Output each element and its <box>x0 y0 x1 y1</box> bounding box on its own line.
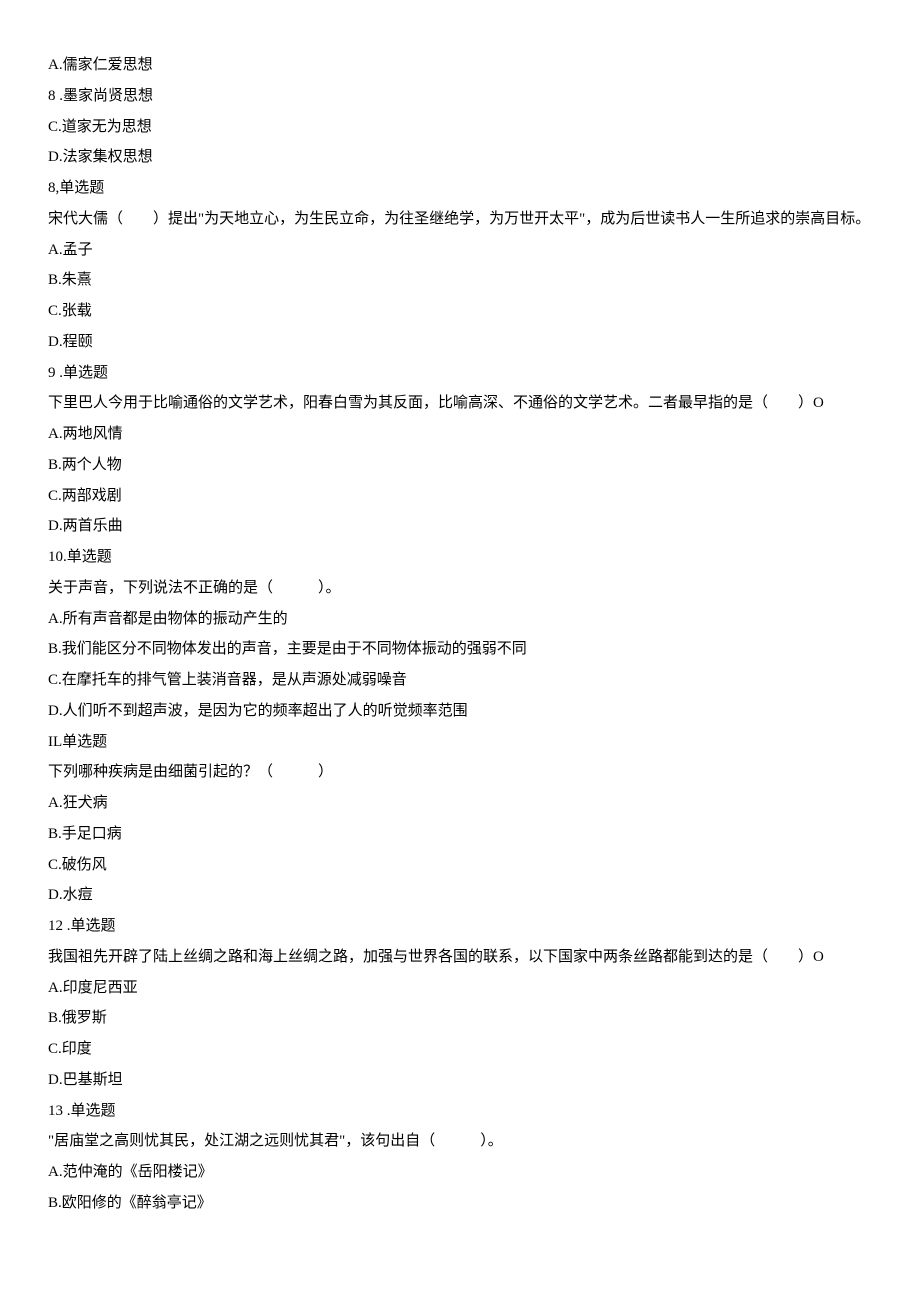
question-heading: 13 .单选题 <box>48 1096 872 1127</box>
answer-option: C.两部戏剧 <box>48 481 872 512</box>
question-text: 我国祖先开辟了陆上丝绸之路和海上丝绸之路，加强与世界各国的联系，以下国家中两条丝… <box>48 942 872 973</box>
question-heading: 8,单选题 <box>48 173 872 204</box>
answer-option: D.水痘 <box>48 880 872 911</box>
answer-option: B.俄罗斯 <box>48 1003 872 1034</box>
answer-option: D.巴基斯坦 <box>48 1065 872 1096</box>
question-text: "居庙堂之高则忧其民，处江湖之远则忧其君"，该句出自（ ）。 <box>48 1126 872 1157</box>
answer-option: A.孟子 <box>48 235 872 266</box>
answer-option: D.两首乐曲 <box>48 511 872 542</box>
answer-option: A.狂犬病 <box>48 788 872 819</box>
question-text: 下列哪种疾病是由细菌引起的？（ ） <box>48 757 872 788</box>
answer-option: C.道家无为思想 <box>48 112 872 143</box>
answer-option: B.两个人物 <box>48 450 872 481</box>
question-text: 宋代大儒（ ）提出"为天地立心，为生民立命，为往圣继绝学，为万世开太平"，成为后… <box>48 204 872 235</box>
question-heading: IL单选题 <box>48 727 872 758</box>
answer-option: A.所有声音都是由物体的振动产生的 <box>48 604 872 635</box>
answer-option: C.印度 <box>48 1034 872 1065</box>
question-text: 下里巴人今用于比喻通俗的文学艺术，阳春白雪为其反面，比喻高深、不通俗的文学艺术。… <box>48 388 872 419</box>
answer-option: A.两地风情 <box>48 419 872 450</box>
answer-option: 8 .墨家尚贤思想 <box>48 81 872 112</box>
question-heading: 10.单选题 <box>48 542 872 573</box>
answer-option: B.我们能区分不同物体发出的声音，主要是由于不同物体振动的强弱不同 <box>48 634 872 665</box>
answer-option: D.程颐 <box>48 327 872 358</box>
answer-option: B.欧阳修的《醉翁亭记》 <box>48 1188 872 1219</box>
question-heading: 12 .单选题 <box>48 911 872 942</box>
answer-option: C.张载 <box>48 296 872 327</box>
answer-option: B.朱熹 <box>48 265 872 296</box>
answer-option: A.印度尼西亚 <box>48 973 872 1004</box>
answer-option: D.人们听不到超声波，是因为它的频率超出了人的听觉频率范围 <box>48 696 872 727</box>
answer-option: D.法家集权思想 <box>48 142 872 173</box>
answer-option: C.在摩托车的排气管上装消音器，是从声源处减弱噪音 <box>48 665 872 696</box>
question-text: 关于声音，下列说法不正确的是（ ）。 <box>48 573 872 604</box>
answer-option: A.儒家仁爱思想 <box>48 50 872 81</box>
answer-option: B.手足口病 <box>48 819 872 850</box>
answer-option: A.范仲淹的《岳阳楼记》 <box>48 1157 872 1188</box>
answer-option: C.破伤风 <box>48 850 872 881</box>
question-heading: 9 .单选题 <box>48 358 872 389</box>
